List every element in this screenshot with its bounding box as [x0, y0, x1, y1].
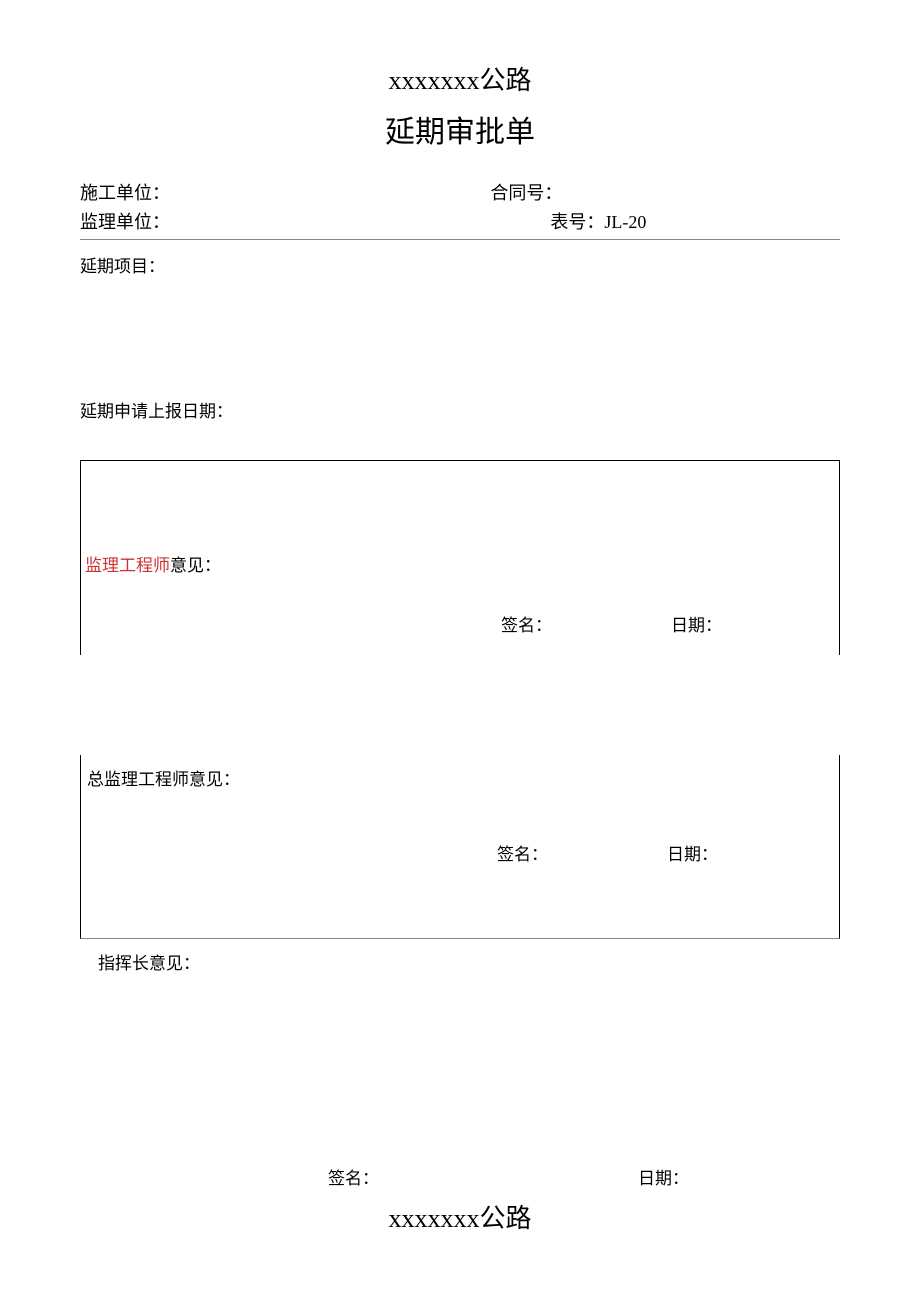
form-no-label: 表号：JL-20 — [490, 208, 840, 237]
delay-project-label: 延期项目： — [80, 252, 840, 277]
commander-opinion-block: 指挥长意见： 签名： 日期： — [80, 949, 840, 1188]
header-info-row-1: 施工单位： 合同号： — [80, 179, 840, 208]
supervision-unit-label: 监理单位： — [80, 208, 490, 237]
commander-opinion-label: 指挥长意见： — [98, 949, 840, 974]
chief-supervisor-opinion-label: 总监理工程师意见： — [87, 765, 829, 790]
chief-supervisor-sign-label: 签名： — [497, 840, 548, 865]
supervisor-date-label: 日期： — [671, 611, 722, 636]
commander-date-label: 日期： — [638, 1164, 689, 1189]
header-info-row-2: 监理单位： 表号：JL-20 — [80, 208, 840, 237]
form-title: 延期审批单 — [80, 107, 840, 151]
road-name-title: xxxxxxx公路 — [80, 60, 840, 97]
construction-unit-label: 施工单位： — [80, 179, 490, 208]
supervisor-opinion-label: 监理工程师意见： — [85, 551, 221, 576]
delay-project-blank-area — [80, 285, 840, 385]
chief-supervisor-date-label: 日期： — [667, 840, 718, 865]
header-divider — [80, 239, 840, 240]
commander-sign-row: 签名： 日期： — [98, 1164, 840, 1188]
supervisor-sign-row: 签名： 日期： — [91, 611, 829, 635]
commander-sign-label: 签名： — [328, 1164, 379, 1189]
chief-supervisor-sign-row: 签名： 日期： — [87, 840, 829, 864]
supervisor-opinion-box: 监理工程师意见： 签名： 日期： — [80, 460, 840, 655]
contract-no-label: 合同号： — [490, 179, 840, 208]
delay-report-date-label: 延期申请上报日期： — [80, 397, 840, 422]
supervisor-sign-label: 签名： — [501, 611, 552, 636]
supervisor-opinion-suffix: 意见： — [170, 556, 221, 575]
delay-report-blank-area — [80, 430, 840, 450]
supervisor-opinion-prefix: 监理工程师 — [85, 556, 170, 575]
chief-supervisor-opinion-box: 总监理工程师意见： 签名： 日期： — [80, 755, 840, 939]
footer-road-name: xxxxxxx公路 — [80, 1198, 840, 1235]
